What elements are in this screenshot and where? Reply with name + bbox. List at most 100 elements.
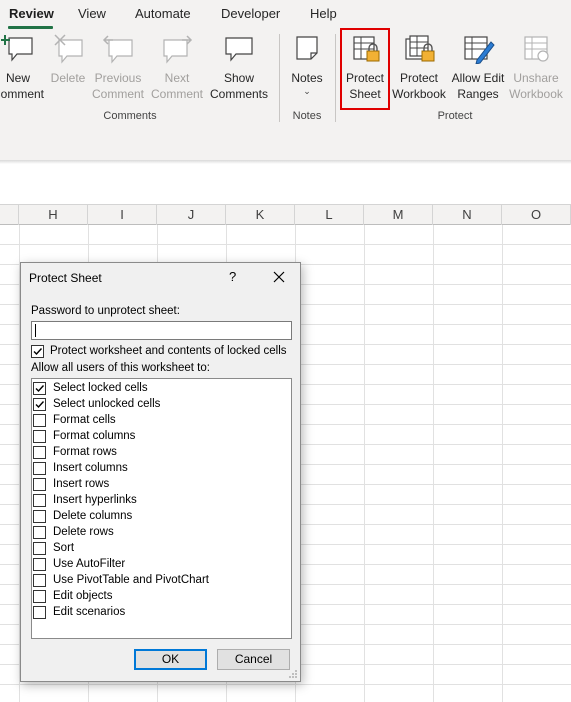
notes-button[interactable]: Notes ⌄ [285, 34, 329, 104]
cancel-button[interactable]: Cancel [217, 649, 290, 670]
delete-comment-label: Delete [50, 71, 86, 85]
group-separator [335, 34, 336, 122]
unshare-workbook-label: Unshare Workbook [509, 71, 563, 101]
permission-label: Sort [53, 542, 75, 554]
column-header-m[interactable]: M [364, 205, 433, 225]
permission-checkbox[interactable] [33, 414, 46, 427]
permission-label: Use PivotTable and PivotChart [53, 574, 209, 586]
checkmark-icon [35, 385, 45, 393]
formula-bar-area [0, 132, 571, 162]
permission-item[interactable]: Insert columns [32, 461, 291, 477]
permissions-list[interactable]: Select locked cells Select unlocked cells… [31, 378, 292, 639]
permission-item[interactable]: Delete columns [32, 509, 291, 525]
permission-item[interactable]: Select unlocked cells [32, 397, 291, 413]
ok-button[interactable]: OK [134, 649, 207, 670]
column-header-h[interactable]: H [19, 205, 88, 225]
protect-contents-checkbox[interactable] [31, 345, 44, 358]
comments-group-label: Comments [103, 110, 157, 122]
checkmark-icon [35, 401, 45, 409]
column-header-i[interactable]: I [88, 205, 157, 225]
ribbon: Review View Automate Developer Help New … [0, 0, 571, 132]
permission-label: Select unlocked cells [53, 398, 161, 410]
tab-help[interactable]: Help [310, 6, 337, 21]
next-comment-button[interactable]: Next Comment [149, 34, 205, 104]
permission-item[interactable]: Insert rows [32, 477, 291, 493]
permission-label: Format columns [53, 430, 136, 442]
previous-comment-button[interactable]: Previous Comment [90, 34, 146, 104]
permission-label: Use AutoFilter [53, 558, 126, 570]
permission-checkbox[interactable] [33, 542, 46, 555]
column-header-j[interactable]: J [157, 205, 226, 225]
column-header-o[interactable]: O [502, 205, 571, 225]
show-comments-icon [225, 37, 253, 62]
permission-label: Edit objects [53, 590, 113, 602]
tab-review[interactable]: Review [9, 6, 54, 21]
permission-checkbox[interactable] [33, 510, 46, 523]
permission-checkbox[interactable] [33, 606, 46, 619]
permission-checkbox[interactable] [33, 382, 46, 395]
checkmark-icon [33, 348, 43, 356]
permission-checkbox[interactable] [33, 430, 46, 443]
tab-developer[interactable]: Developer [221, 6, 280, 21]
ribbon-shadow [0, 160, 571, 164]
protect-sheet-dialog: Protect Sheet ? Password to unprotect sh… [20, 262, 301, 682]
column-header-corner [0, 205, 19, 225]
tab-view[interactable]: View [78, 6, 106, 21]
text-cursor [35, 324, 36, 337]
permission-item[interactable]: Insert hyperlinks [32, 493, 291, 509]
delete-comment-icon [54, 34, 83, 64]
permission-label: Format rows [53, 446, 117, 458]
active-tab-indicator [8, 26, 53, 29]
permission-checkbox[interactable] [33, 462, 46, 475]
protect-workbook-icon [405, 35, 435, 62]
show-comments-button[interactable]: Show Comments [208, 34, 270, 104]
help-button[interactable]: ? [229, 269, 236, 284]
permission-item[interactable]: Select locked cells [32, 381, 291, 397]
permission-item[interactable]: Format cells [32, 413, 291, 429]
permission-item[interactable]: Edit scenarios [32, 605, 291, 621]
permission-checkbox[interactable] [33, 398, 46, 411]
permission-item[interactable]: Delete rows [32, 525, 291, 541]
permission-item[interactable]: Format rows [32, 445, 291, 461]
permission-item[interactable]: Use PivotTable and PivotChart [32, 573, 291, 589]
permission-checkbox[interactable] [33, 590, 46, 603]
permission-label: Delete rows [53, 526, 114, 538]
new-comment-button[interactable]: New Comment [0, 34, 46, 104]
permission-label: Edit scenarios [53, 606, 126, 618]
previous-comment-icon [102, 35, 133, 64]
permission-checkbox[interactable] [33, 558, 46, 571]
permission-label: Format cells [53, 414, 116, 426]
protect-workbook-label: Protect Workbook [392, 71, 446, 101]
tab-automate[interactable]: Automate [135, 6, 191, 21]
column-header-n[interactable]: N [433, 205, 502, 225]
resize-grip-icon[interactable] [288, 669, 298, 679]
column-header-l[interactable]: L [295, 205, 364, 225]
permission-item[interactable]: Edit objects [32, 589, 291, 605]
group-separator [279, 34, 280, 122]
delete-comment-button[interactable]: Delete [48, 34, 88, 104]
next-comment-label: Next Comment [150, 71, 203, 101]
permission-checkbox[interactable] [33, 478, 46, 491]
permission-label: Insert rows [53, 478, 110, 490]
close-icon [273, 271, 285, 283]
permission-item[interactable]: Use AutoFilter [32, 557, 291, 573]
permission-item[interactable]: Format columns [32, 429, 291, 445]
gridline [0, 244, 571, 245]
protect-group-label: Protect [437, 110, 473, 122]
permission-checkbox[interactable] [33, 446, 46, 459]
password-input[interactable] [31, 321, 292, 340]
unshare-workbook-icon [524, 36, 549, 62]
permission-checkbox[interactable] [33, 494, 46, 507]
chevron-down-icon: ⌄ [303, 86, 311, 96]
allow-edit-ranges-button[interactable]: Allow Edit Ranges [449, 34, 507, 104]
protect-workbook-button[interactable]: Protect Workbook [391, 34, 447, 104]
permission-checkbox[interactable] [33, 574, 46, 587]
unshare-workbook-button[interactable]: Unshare Workbook [508, 34, 564, 104]
close-button[interactable] [271, 269, 287, 285]
allow-edit-ranges-icon [464, 36, 495, 64]
column-header-k[interactable]: K [226, 205, 295, 225]
permission-checkbox[interactable] [33, 526, 46, 539]
protect-contents-label: Protect worksheet and contents of locked… [50, 345, 287, 357]
permission-item[interactable]: Sort [32, 541, 291, 557]
permission-label: Insert hyperlinks [53, 494, 137, 506]
